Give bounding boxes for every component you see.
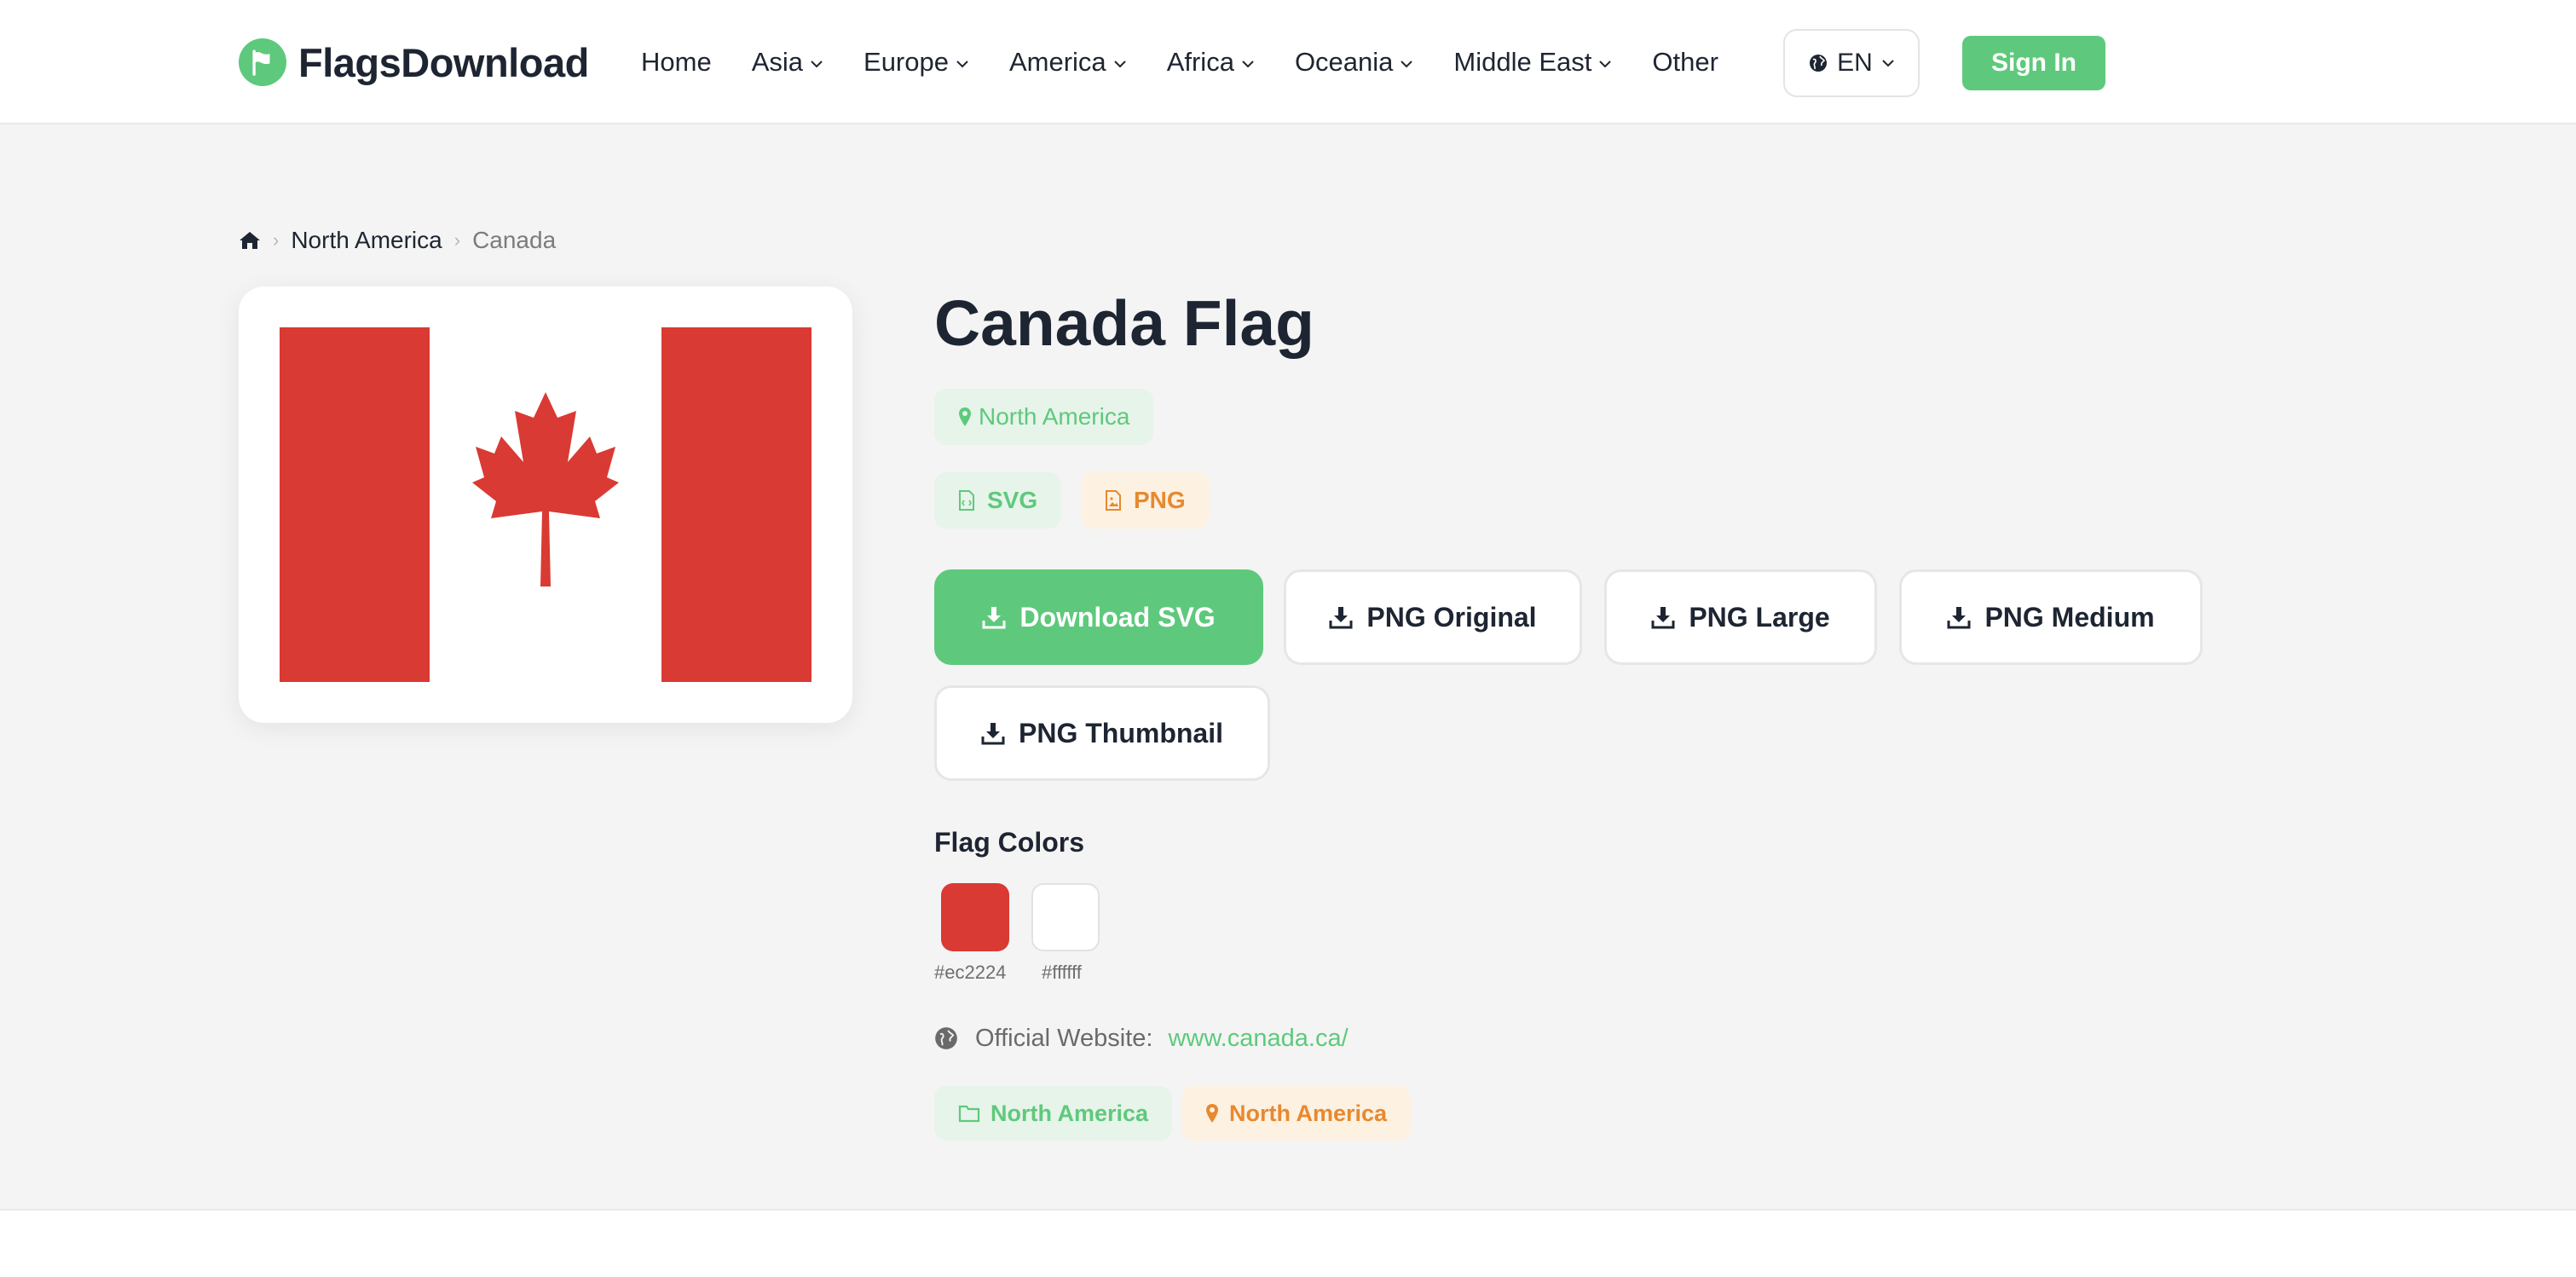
- home-icon[interactable]: [239, 230, 261, 251]
- download-icon: [1651, 607, 1675, 629]
- site-logo[interactable]: FlagsDownload: [239, 36, 589, 89]
- chevron-down-icon: [1113, 60, 1126, 67]
- nav-home-label: Home: [641, 47, 712, 77]
- breadcrumb-separator: ›: [453, 229, 461, 251]
- category-tag[interactable]: North America: [934, 1086, 1173, 1141]
- svg-file-icon: [959, 490, 974, 511]
- nav-asia-label: Asia: [751, 47, 804, 77]
- official-website-link[interactable]: www.canada.ca/: [1168, 1025, 1348, 1053]
- format-badge-svg: SVG: [934, 472, 1062, 529]
- png-medium-label: PNG Medium: [1984, 601, 2155, 633]
- canada-flag-image: [280, 327, 811, 682]
- download-svg-button[interactable]: Download SVG: [934, 569, 1263, 665]
- chevron-down-icon: [1242, 60, 1254, 67]
- flag-preview-card: [239, 286, 852, 723]
- sign-in-button[interactable]: Sign In: [1962, 36, 2105, 90]
- region-badge[interactable]: North America: [934, 389, 1154, 445]
- nav-america-label: America: [1008, 47, 1106, 77]
- chevron-down-icon: [1882, 60, 1894, 67]
- png-large-label: PNG Large: [1689, 601, 1830, 633]
- nav-africa-label: Africa: [1166, 47, 1234, 77]
- nav-oceania-label: Oceania: [1294, 47, 1394, 77]
- nav-middle-east[interactable]: Middle East: [1453, 47, 1612, 78]
- nav-africa[interactable]: Africa: [1167, 47, 1255, 78]
- location-tag-label: North America: [1229, 1100, 1388, 1126]
- nav-europe-label: Europe: [863, 47, 949, 77]
- site-header: FlagsDownload Home Asia Europe America A…: [0, 0, 2576, 124]
- png-thumbnail-label: PNG Thumbnail: [1019, 717, 1223, 748]
- official-website-row: Official Website: www.canada.ca/: [934, 1021, 1349, 1055]
- download-icon: [1947, 607, 1971, 629]
- download-icon: [982, 607, 1006, 629]
- page-footer: [0, 1209, 2576, 1277]
- flag-colors-heading: Flag Colors: [934, 827, 1085, 858]
- language-selector[interactable]: EN: [1783, 29, 1920, 97]
- nav-middle-east-label: Middle East: [1453, 47, 1592, 77]
- nav-home[interactable]: Home: [641, 47, 712, 78]
- download-svg-label: Download SVG: [1019, 601, 1216, 633]
- format-badge-svg-label: SVG: [987, 487, 1038, 513]
- official-website-label: Official Website:: [975, 1024, 1153, 1052]
- site-name: FlagsDownload: [298, 39, 589, 85]
- chevron-down-icon: [956, 60, 968, 67]
- location-tag[interactable]: North America: [1181, 1086, 1412, 1141]
- png-original-label: PNG Original: [1366, 601, 1537, 633]
- color-swatch-white[interactable]: [1031, 883, 1100, 951]
- nav-other[interactable]: Other: [1652, 47, 1718, 78]
- format-badge-png-label: PNG: [1134, 487, 1186, 513]
- color-swatch-red[interactable]: [941, 883, 1009, 951]
- nav-other-label: Other: [1652, 47, 1718, 77]
- page-title: Canada Flag: [934, 287, 1314, 359]
- nav-asia[interactable]: Asia: [752, 47, 823, 78]
- color-code-white: #ffffff: [1042, 962, 1082, 983]
- chevron-down-icon: [1599, 60, 1612, 67]
- chevron-down-icon: [811, 60, 823, 67]
- main-nav: Home Asia Europe America Africa Oceania …: [641, 41, 1759, 84]
- breadcrumb-separator: ›: [273, 229, 280, 251]
- png-original-button[interactable]: PNG Original: [1284, 569, 1582, 665]
- flag-logo-icon: [239, 38, 286, 86]
- map-pin-icon: [959, 407, 971, 426]
- category-tag-label: North America: [991, 1100, 1149, 1126]
- map-pin-icon: [1206, 1104, 1218, 1123]
- image-file-icon: [1106, 490, 1121, 511]
- breadcrumb: › North America › Canada: [239, 223, 556, 257]
- nav-america[interactable]: America: [1009, 47, 1127, 78]
- nav-oceania[interactable]: Oceania: [1295, 47, 1413, 78]
- download-icon: [1329, 607, 1353, 629]
- png-thumbnail-button[interactable]: PNG Thumbnail: [934, 685, 1270, 781]
- png-medium-button[interactable]: PNG Medium: [1899, 569, 2203, 665]
- globe-icon: [1810, 55, 1828, 72]
- language-label: EN: [1837, 49, 1873, 77]
- breadcrumb-current: Canada: [472, 227, 557, 253]
- png-large-button[interactable]: PNG Large: [1604, 569, 1877, 665]
- format-badge-png: PNG: [1081, 472, 1210, 529]
- folder-icon: [958, 1105, 980, 1123]
- chevron-down-icon: [1401, 60, 1413, 67]
- region-badge-label: North America: [979, 403, 1130, 430]
- globe-icon: [935, 1027, 957, 1049]
- download-icon: [981, 723, 1005, 745]
- nav-europe[interactable]: Europe: [863, 47, 969, 78]
- breadcrumb-region[interactable]: North America: [291, 227, 442, 254]
- color-code-red: #ec2224: [934, 962, 1007, 983]
